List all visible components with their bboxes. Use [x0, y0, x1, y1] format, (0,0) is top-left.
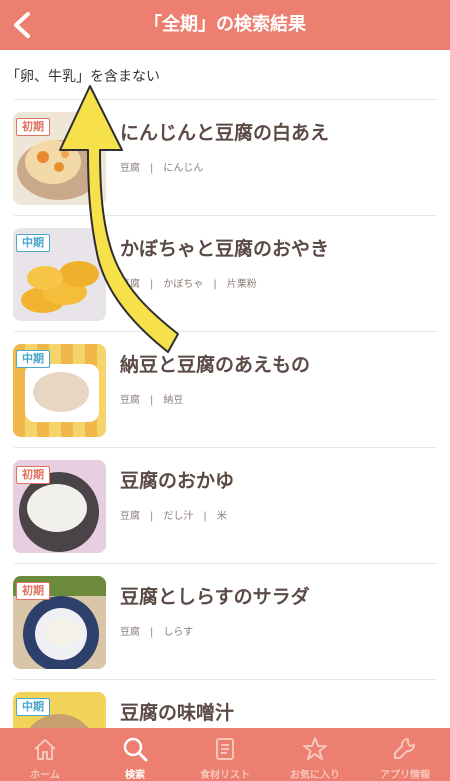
stage-badge: 初期: [16, 466, 50, 484]
header-bar: 「全期」の検索結果: [0, 0, 450, 50]
ingredient: 片栗粉: [226, 279, 257, 290]
ingredient-list: 豆腐 | にんじん: [120, 163, 204, 174]
recipe-thumbnail: 中期: [13, 344, 106, 437]
ingredient: 豆腐: [120, 163, 140, 174]
ingredient: 豆腐: [120, 395, 140, 406]
tab-app-info[interactable]: アプリ情報: [360, 728, 450, 781]
recipe-title: 豆腐のおかゆ: [120, 470, 235, 492]
ingredient-list: 豆腐 | だし汁 | 米: [120, 511, 227, 522]
ingredient: だし汁: [163, 511, 194, 522]
stage-badge: 中期: [16, 234, 50, 252]
tab-bar: ホーム 検索 食材リスト お気に入り アプリ情報: [0, 728, 450, 781]
list-icon: [216, 738, 234, 760]
recipe-title: 納豆と豆腐のあえもの: [120, 354, 311, 376]
ingredient: 豆腐: [120, 279, 140, 290]
recipe-thumbnail: 中期: [13, 228, 106, 321]
tab-label: ホーム: [30, 770, 60, 781]
tab-search[interactable]: 検索: [90, 728, 180, 781]
recipe-row[interactable]: 中期 納豆と豆腐のあえもの 豆腐 | 納豆: [0, 332, 450, 448]
recipe-row[interactable]: 中期 豆腐の味噌汁: [0, 680, 450, 728]
ingredient-list: 豆腐 | 納豆: [120, 395, 184, 406]
wrench-icon: [394, 737, 416, 759]
tab-label: アプリ情報: [380, 770, 430, 781]
recipe-thumbnail: 初期: [13, 460, 106, 553]
ingredient-list: 豆腐 | かぼちゃ | 片栗粉: [120, 279, 257, 290]
ingredient: 豆腐: [120, 627, 140, 638]
tab-favorites[interactable]: お気に入り: [270, 728, 360, 781]
star-icon: [303, 737, 327, 760]
ingredient: しらす: [163, 627, 194, 638]
tab-home[interactable]: ホーム: [0, 728, 90, 781]
recipe-row[interactable]: 中期 かぼちゃと豆腐のおやき 豆腐 | かぼちゃ | 片栗粉: [0, 216, 450, 332]
recipe-thumbnail: 初期: [13, 576, 106, 669]
ingredient: 米: [216, 511, 227, 522]
recipe-list: 初期 にんじんと豆腐の白あえ 豆腐 | にんじん 中期 かぼちゃと豆腐のおやき 豆腐…: [0, 100, 450, 728]
filter-condition: 「卵、牛乳」を含まない: [6, 69, 160, 85]
recipe-title: かぼちゃと豆腐のおやき: [120, 238, 330, 260]
home-icon: [34, 739, 56, 760]
recipe-title: 豆腐の味噌汁: [120, 702, 235, 724]
recipe-thumbnail: 中期: [13, 692, 106, 728]
recipe-row[interactable]: 初期 豆腐のおかゆ 豆腐 | だし汁 | 米: [0, 448, 450, 564]
stage-badge: 中期: [16, 698, 50, 716]
recipe-row[interactable]: 初期 豆腐としらすのサラダ 豆腐 | しらす: [0, 564, 450, 680]
stage-badge: 中期: [16, 350, 50, 368]
recipe-row[interactable]: 初期 にんじんと豆腐の白あえ 豆腐 | にんじん: [0, 100, 450, 216]
stage-badge: 初期: [16, 118, 50, 136]
tab-label: 検索: [125, 770, 145, 781]
ingredient: 豆腐: [120, 511, 140, 522]
stage-badge: 初期: [16, 582, 50, 600]
search-icon: [123, 737, 148, 762]
recipe-title: 豆腐としらすのサラダ: [120, 586, 310, 608]
page-title: 「全期」の検索結果: [144, 14, 306, 35]
ingredient-list: 豆腐 | しらす: [120, 627, 194, 638]
recipe-thumbnail: 初期: [13, 112, 106, 205]
tab-label: 食材リスト: [200, 770, 250, 781]
ingredient: にんじん: [163, 163, 204, 174]
recipe-title: にんじんと豆腐の白あえ: [120, 122, 330, 144]
ingredient: 納豆: [163, 395, 184, 406]
tab-label: お気に入り: [290, 770, 340, 781]
tab-ingredient-list[interactable]: 食材リスト: [180, 728, 270, 781]
ingredient: かぼちゃ: [163, 279, 204, 290]
